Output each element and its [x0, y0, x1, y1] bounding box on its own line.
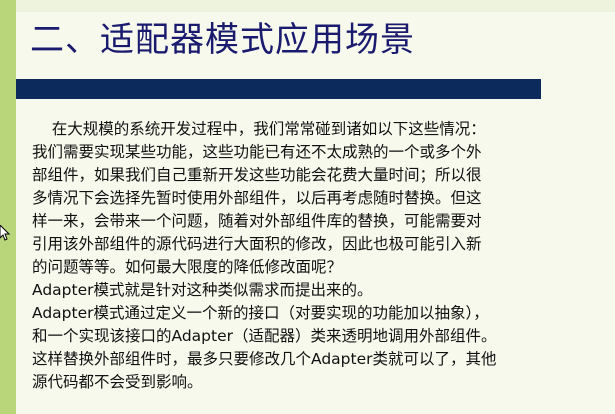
body-line: Adapter模式就是针对这种类似需求而提出来的。 — [32, 281, 373, 299]
body-line: 我们需要实现某些功能，这些功能已有还不太成熟的一个或多个外 — [32, 143, 482, 161]
title-underline-bar — [16, 79, 541, 99]
body-line: 在大规模的系统开发过程中，我们常常碰到诸如以下这些情况： — [32, 120, 486, 138]
body-line: 这样替换外部组件时，最多只要修改几个Adapter类就可以了，其他 — [32, 350, 497, 368]
top-margin — [16, 0, 615, 12]
body-line: Adapter模式通过定义一个新的接口（对要实现的功能加以抽象）， — [32, 304, 489, 322]
body-line: 源代码都不会受到影响。 — [32, 373, 203, 391]
body-line: 多情况下会选择先暂时使用外部组件，以后再考虑随时替换。但这 — [32, 189, 482, 207]
slide-body: 在大规模的系统开发过程中，我们常常碰到诸如以下这些情况： 我们需要实现某些功能，… — [32, 118, 600, 394]
body-line: 的问题等等。如何最大限度的降低修改面呢？ — [32, 258, 343, 276]
body-line: 样一来，会带来一个问题，随着对外部组件库的替换，可能需要对 — [32, 212, 482, 230]
left-accent-strip — [0, 0, 16, 414]
mouse-pointer-icon — [0, 225, 10, 241]
body-line: 部组件，如果我们自己重新开发这些功能会花费大量时间；所以很 — [32, 166, 482, 184]
slide-title: 二、适配器模式应用场景 — [30, 20, 415, 60]
body-line: 引用该外部组件的源代码进行大面积的修改，因此也极可能引入新 — [32, 235, 482, 253]
body-line: 和一个实现该接口的Adapter（适配器）类来透明地调用外部组件。 — [32, 327, 497, 345]
